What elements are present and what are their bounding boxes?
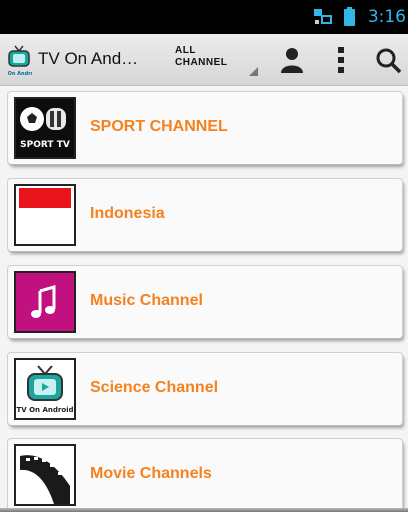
- app-title: TV On Android: [38, 49, 140, 68]
- app-logo-icon[interactable]: TV On Android: [6, 42, 32, 78]
- tv-on-android-thumbnail: TV On Android: [14, 358, 76, 420]
- sport-tv-thumbnail: SPORT TV: [14, 97, 76, 159]
- profile-button[interactable]: [270, 34, 314, 86]
- channel-list[interactable]: SPORT TV SPORT CHANNEL Indonesia Music C…: [0, 86, 408, 512]
- category-spinner[interactable]: ALL CHANNEL: [170, 42, 258, 78]
- signal-icon: [343, 7, 355, 26]
- network-icon: [313, 9, 332, 24]
- sport-ball-icon: SPORT TV: [16, 99, 74, 157]
- profile-icon: [281, 48, 303, 73]
- channel-label: Science Channel: [90, 379, 219, 396]
- channel-item-music[interactable]: Music Channel: [8, 266, 402, 338]
- channel-item-movie[interactable]: Movie Channels: [8, 439, 402, 511]
- category-spinner-value: ALL CHANNEL: [175, 45, 228, 68]
- indonesia-flag-icon: [16, 186, 74, 244]
- channel-item-science[interactable]: TV On Android Science Channel: [8, 353, 402, 425]
- tv-on-android-logo-text: TV On Android: [16, 406, 73, 414]
- channel-label: SPORT CHANNEL: [90, 118, 228, 135]
- film-reel-thumbnail: [14, 444, 76, 506]
- sport-tv-logo-text: SPORT TV: [20, 140, 70, 150]
- indonesia-flag-thumbnail: [14, 184, 76, 246]
- overflow-menu-icon: [338, 47, 344, 73]
- status-bar: 3:16: [0, 0, 408, 34]
- chevron-down-icon: [249, 67, 258, 76]
- channel-label: Movie Channels: [90, 465, 212, 482]
- svg-text:TV On Android: TV On Android: [6, 71, 32, 77]
- channel-item-indonesia[interactable]: Indonesia: [8, 179, 402, 251]
- action-bar: TV On Android TV On Android ALL CHANNEL: [0, 34, 408, 86]
- music-note-icon: [16, 273, 74, 331]
- music-note-thumbnail: [14, 271, 76, 333]
- search-icon: [376, 48, 402, 74]
- clock: 3:16: [367, 7, 406, 27]
- channel-item-sport[interactable]: SPORT TV SPORT CHANNEL: [8, 92, 402, 164]
- overflow-menu-button[interactable]: [319, 34, 363, 86]
- bottom-edge: [0, 508, 408, 512]
- tv-on-android-icon: TV On Android: [16, 360, 74, 418]
- channel-label: Indonesia: [90, 205, 165, 222]
- film-reel-icon: [16, 446, 74, 504]
- channel-label: Music Channel: [90, 292, 203, 309]
- search-button[interactable]: [366, 34, 408, 86]
